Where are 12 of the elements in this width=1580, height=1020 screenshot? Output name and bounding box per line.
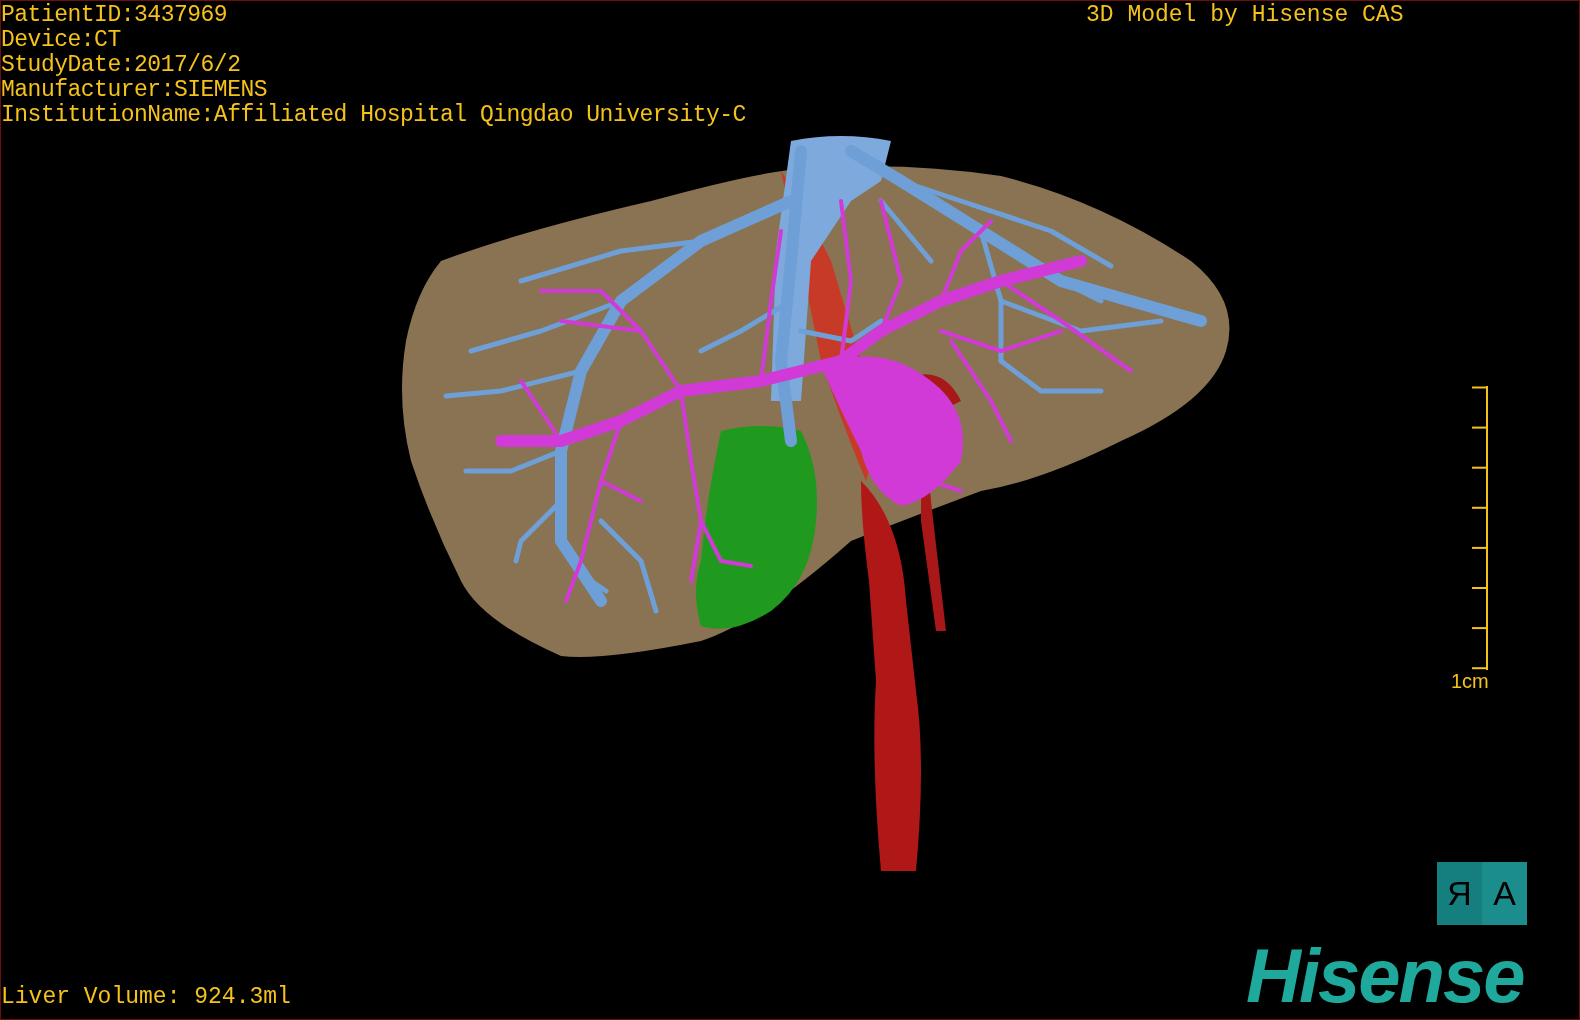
patient-info-line: PatientID:3437969 <box>1 3 229 28</box>
patient-info-line: StudyDate:2017/6/2 <box>1 53 242 78</box>
orientation-cube[interactable]: R A <box>1437 862 1527 925</box>
patient-info-line: Device:CT <box>1 28 122 53</box>
brand-logo: Hisense <box>1246 936 1524 1016</box>
cube-face-label: R <box>1437 862 1482 925</box>
liver-volume: Liver Volume: 924.3ml <box>1 985 291 1010</box>
patient-info-line: Manufacturer:SIEMENS <box>1 78 269 103</box>
scale-label: 1cm <box>1451 670 1489 692</box>
patient-info-line: InstitutionName:Affiliated Hospital Qingdao University-C <box>1 103 746 128</box>
model-credit: 3D Model by Hisense CAS <box>1086 3 1404 28</box>
cube-face-label: A <box>1482 862 1527 925</box>
